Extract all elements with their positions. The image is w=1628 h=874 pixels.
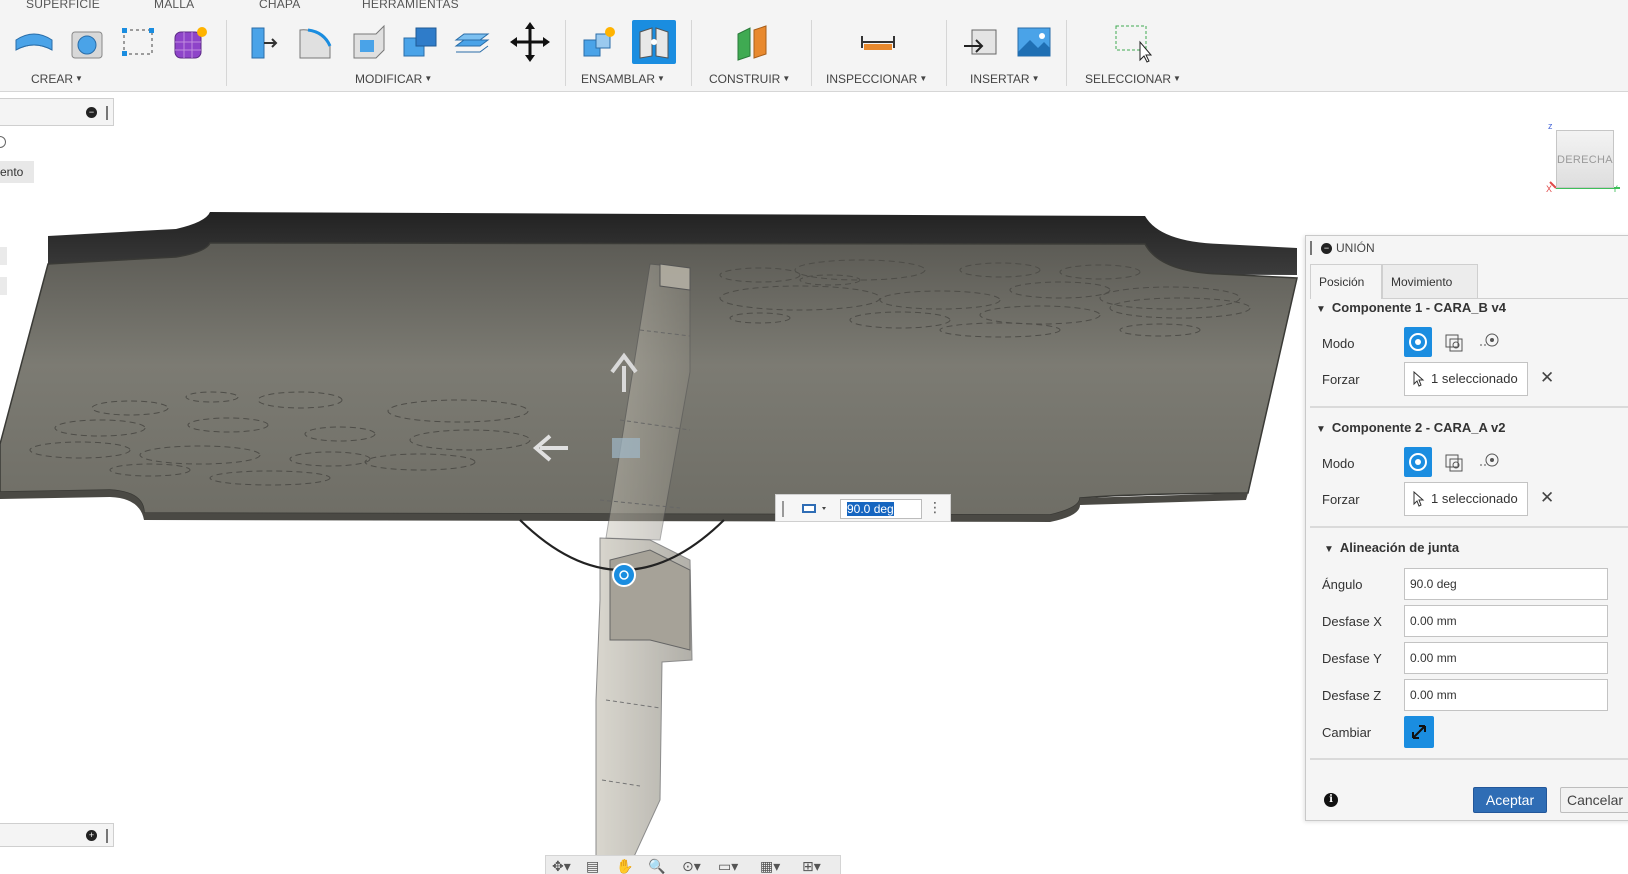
view-cube[interactable]: z Y X DERECHA bbox=[1546, 124, 1622, 194]
accept-button[interactable]: Aceptar bbox=[1473, 787, 1547, 813]
group-seleccionar[interactable]: SELECCIONAR ▼ bbox=[1085, 72, 1181, 86]
zoom-icon[interactable]: 🔍 bbox=[648, 858, 665, 874]
toolbar: SUPERFICIE MALLA CHAPA HERRAMIENTAS CREA… bbox=[0, 0, 1628, 92]
grid-settings-icon[interactable]: ▦▾ bbox=[760, 858, 780, 874]
viewports-icon[interactable]: ⊞▾ bbox=[802, 858, 821, 874]
group-construir[interactable]: CONSTRUIR ▼ bbox=[709, 72, 790, 86]
collapse-icon[interactable]: − bbox=[86, 107, 97, 118]
clear-selection1-close-icon[interactable]: ✕ bbox=[1540, 368, 1554, 388]
group-inspeccionar[interactable]: INSPECCIONAR ▼ bbox=[826, 72, 927, 86]
force-label: Forzar bbox=[1322, 372, 1360, 387]
display-settings-icon[interactable]: ▭▾ bbox=[718, 858, 738, 874]
measure-icon[interactable] bbox=[856, 20, 900, 64]
two-faces-mode-button[interactable] bbox=[1476, 327, 1504, 357]
drag-handle-icon[interactable] bbox=[782, 501, 784, 517]
offset-x-field[interactable]: 0.00 mm bbox=[1404, 605, 1608, 637]
offset-y-field[interactable]: 0.00 mm bbox=[1404, 642, 1608, 674]
expand-icon[interactable]: + bbox=[86, 830, 97, 841]
flip-icon bbox=[1412, 725, 1426, 739]
tab-posicion[interactable]: Posición bbox=[1310, 264, 1382, 299]
angle-manipulator-input[interactable]: 90.0 deg ⋮ bbox=[775, 494, 951, 522]
collapse-icon[interactable]: − bbox=[1321, 243, 1332, 254]
insert-mesh-icon[interactable] bbox=[960, 20, 1004, 64]
group-modificar[interactable]: MODIFICAR ▼ bbox=[355, 72, 432, 86]
drag-handle-icon[interactable] bbox=[1310, 241, 1312, 255]
navigation-bar: ✥▾ ▤ ✋ 🔍 ⊙▾ ▭▾ ▦▾ ⊞▾ bbox=[545, 855, 841, 874]
tab-herramientas[interactable]: HERRAMIENTAS bbox=[362, 0, 459, 11]
offset-y-label: Desfase Y bbox=[1322, 651, 1382, 666]
component2-header[interactable]: ▼ Componente 2 - CARA_A v2 bbox=[1316, 420, 1506, 435]
flip-button[interactable] bbox=[1404, 716, 1434, 748]
pan-icon[interactable]: ✋ bbox=[616, 858, 633, 874]
browser-stub-2 bbox=[0, 277, 7, 295]
sketch-icon[interactable] bbox=[116, 20, 160, 64]
component2-selection[interactable]: 1 seleccionado bbox=[1404, 482, 1528, 516]
dialog-title: UNIÓN bbox=[1336, 241, 1375, 255]
dialog-title-bar[interactable]: − UNIÓN bbox=[1306, 236, 1628, 260]
mode-label: Modo bbox=[1322, 336, 1355, 351]
mode-label: Modo bbox=[1322, 456, 1355, 471]
more-options-icon[interactable]: ⋮ bbox=[928, 499, 942, 516]
joint-origin-icon bbox=[612, 563, 636, 587]
component1-selection[interactable]: 1 seleccionado bbox=[1404, 362, 1528, 396]
select-box-icon[interactable] bbox=[1110, 20, 1154, 64]
between-mode-button[interactable] bbox=[1440, 447, 1468, 477]
construct-plane-icon[interactable] bbox=[730, 20, 774, 64]
browser-panel-header[interactable]: − bbox=[0, 98, 114, 126]
tab-movimiento[interactable]: Movimiento bbox=[1382, 264, 1478, 299]
form-icon[interactable] bbox=[168, 20, 212, 64]
offset-z-label: Desfase Z bbox=[1322, 688, 1382, 703]
comments-panel-header[interactable]: + bbox=[0, 823, 114, 847]
orbit-icon[interactable]: ✥▾ bbox=[552, 858, 571, 874]
drag-handle-icon[interactable] bbox=[106, 829, 108, 843]
drag-handle-icon[interactable] bbox=[106, 106, 108, 120]
svg-text:z: z bbox=[1548, 124, 1553, 131]
between-mode-button[interactable] bbox=[1440, 327, 1468, 357]
force-label: Forzar bbox=[1322, 492, 1360, 507]
new-component-icon[interactable] bbox=[578, 20, 622, 64]
info-icon[interactable]: i bbox=[1324, 793, 1338, 807]
joint-icon[interactable] bbox=[632, 20, 676, 64]
angle-value-input[interactable]: 90.0 deg bbox=[840, 499, 922, 519]
tab-superficie[interactable]: SUPERFICIE bbox=[26, 0, 100, 11]
tab-chapa[interactable]: CHAPA bbox=[259, 0, 300, 11]
flip-label: Cambiar bbox=[1322, 725, 1372, 740]
combine-icon[interactable] bbox=[398, 20, 442, 64]
two-faces-mode-button[interactable] bbox=[1476, 447, 1504, 477]
group-ensamblar[interactable]: ENSAMBLAR ▼ bbox=[581, 72, 665, 86]
group-insertar[interactable]: INSERTAR ▼ bbox=[970, 72, 1040, 86]
group-crear[interactable]: CREAR ▼ bbox=[31, 72, 83, 86]
offset-x-label: Desfase X bbox=[1322, 614, 1382, 629]
cancel-button[interactable]: Cancelar bbox=[1560, 787, 1628, 813]
fit-icon[interactable]: ⊙▾ bbox=[682, 858, 701, 874]
angle-label: Ángulo bbox=[1322, 577, 1363, 592]
fillet-icon[interactable] bbox=[294, 20, 338, 64]
browser-stub-1 bbox=[0, 247, 7, 265]
move-icon[interactable] bbox=[508, 20, 552, 64]
snap-mode-button[interactable] bbox=[1404, 327, 1432, 357]
offset-face-icon[interactable] bbox=[450, 20, 494, 64]
browser-item-partial[interactable]: ento bbox=[0, 161, 34, 183]
angle-field[interactable]: 90.0 deg bbox=[1404, 568, 1608, 600]
view-cube-face[interactable]: DERECHA bbox=[1556, 130, 1614, 188]
offset-z-field[interactable]: 0.00 mm bbox=[1404, 679, 1608, 711]
alignment-header[interactable]: ▼ Alineación de junta bbox=[1324, 540, 1459, 555]
clear-selection2-close-icon[interactable]: ✕ bbox=[1540, 488, 1554, 508]
insert-image-icon[interactable] bbox=[1012, 20, 1056, 64]
joint-dialog: − UNIÓN Posición Movimiento ▼ Componente … bbox=[1305, 235, 1628, 821]
angle-mode-icon[interactable] bbox=[800, 501, 830, 517]
component1-header[interactable]: ▼ Componente 1 - CARA_B v4 bbox=[1316, 300, 1506, 315]
snap-mode-button[interactable] bbox=[1404, 447, 1432, 477]
look-at-icon[interactable]: ▤ bbox=[586, 858, 599, 874]
tab-malla[interactable]: MALLA bbox=[154, 0, 194, 11]
joint-glyph-icon bbox=[612, 438, 640, 458]
press-pull-icon[interactable] bbox=[242, 20, 286, 64]
extrude-icon[interactable] bbox=[12, 20, 56, 64]
svg-text:X: X bbox=[1546, 184, 1552, 194]
cursor-icon bbox=[1413, 371, 1425, 387]
shell-icon[interactable] bbox=[346, 20, 390, 64]
revolve-icon[interactable] bbox=[64, 20, 108, 64]
cursor-icon bbox=[1413, 491, 1425, 507]
